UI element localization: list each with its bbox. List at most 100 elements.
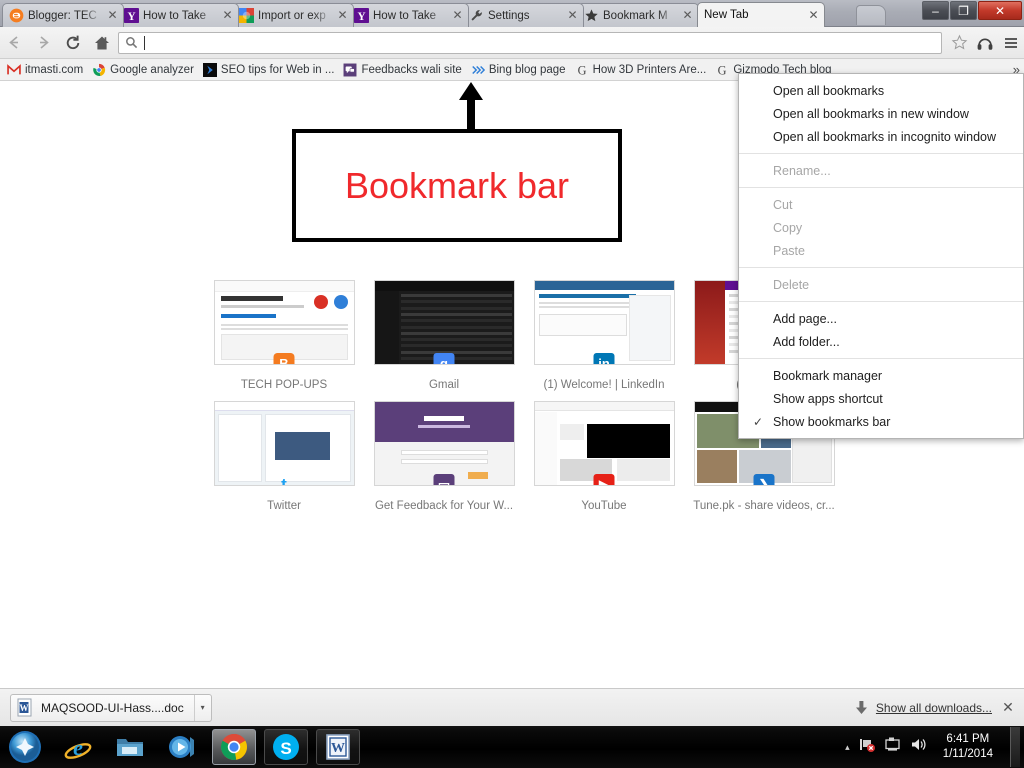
most-visited-tile[interactable]: in (1) Welcome! | LinkedIn xyxy=(524,280,684,391)
browser-tab[interactable]: Bookmark M ✕ xyxy=(577,3,699,27)
most-visited-tile[interactable]: ▭ Get Feedback for Your W... xyxy=(364,401,524,512)
context-menu-item: Cut xyxy=(739,193,1023,216)
headphone-icon xyxy=(977,37,993,50)
most-visited-tile[interactable]: g Gmail xyxy=(364,280,524,391)
maximize-glyph: ❐ xyxy=(958,4,969,18)
bookmark-item[interactable]: G How 3D Printers Are... xyxy=(572,60,713,79)
bookmark-item[interactable]: SEO tips for Web in ... xyxy=(200,60,341,79)
browser-tab[interactable]: Settings ✕ xyxy=(462,3,584,27)
browser-tab[interactable]: Import or exp ✕ xyxy=(232,3,354,27)
taskbar-item-google-chrome[interactable] xyxy=(212,729,256,765)
context-menu-item[interactable]: Add folder... xyxy=(739,330,1023,353)
taskbar-item-microsoft-word[interactable]: W xyxy=(316,729,360,765)
download-item-dropdown[interactable]: ▾ xyxy=(193,694,211,721)
context-menu-item[interactable]: Open all bookmarks in incognito window xyxy=(739,125,1023,148)
most-visited-tile[interactable]: B TECH POP-UPS xyxy=(204,280,364,391)
bookmarks-context-menu[interactable]: Open all bookmarks Open all bookmarks in … xyxy=(738,73,1024,439)
context-menu-item[interactable]: Open all bookmarks xyxy=(739,79,1023,102)
bookmark-item[interactable]: itmasti.com xyxy=(4,60,89,79)
most-visited-tile[interactable]: ▶ YouTube xyxy=(524,401,684,512)
browser-tab[interactable]: New Tab ✕ xyxy=(697,2,825,27)
network-error-icon[interactable] xyxy=(859,737,876,757)
show-all-downloads-link[interactable]: Show all downloads... xyxy=(876,701,992,715)
wrench-icon xyxy=(469,8,484,23)
new-tab-button[interactable] xyxy=(856,5,886,25)
taskbar-item-skype[interactable]: S xyxy=(264,729,308,765)
taskbar-clock[interactable]: 6:41 PM 1/11/2014 xyxy=(937,732,999,762)
maximize-button[interactable]: ❐ xyxy=(950,1,977,20)
context-menu-item-label: Copy xyxy=(773,220,803,235)
taskbar-item-internet-explorer[interactable]: e xyxy=(56,729,100,765)
headphone-button[interactable] xyxy=(972,30,998,56)
context-menu-item: Rename... xyxy=(739,159,1023,182)
svg-text:e: e xyxy=(73,735,83,760)
tile-thumbnail[interactable]: t xyxy=(213,401,355,486)
tile-favicon-badge: ▶ xyxy=(593,474,615,485)
tray-expand-button[interactable]: ▴ xyxy=(845,742,850,753)
tab-title: New Tab xyxy=(704,9,749,21)
home-icon xyxy=(94,36,109,49)
skype-icon: S xyxy=(273,734,299,760)
browser-tab[interactable]: Y How to Take ✕ xyxy=(117,3,239,27)
bookmark-label: itmasti.com xyxy=(25,63,84,76)
context-menu-item-label: Open all bookmarks xyxy=(773,83,885,98)
tab-close-button[interactable]: ✕ xyxy=(807,9,820,22)
annotation-callout-box: Bookmark bar xyxy=(292,129,622,242)
bookmark-star-button[interactable] xyxy=(946,30,972,56)
download-item[interactable]: W MAQSOOD-UI-Hass....doc ▾ xyxy=(10,693,212,722)
double-chevron-icon xyxy=(471,63,486,77)
home-button[interactable] xyxy=(87,28,116,57)
chrome-menu-button[interactable] xyxy=(998,30,1024,56)
taskbar-item-windows-media-player[interactable] xyxy=(160,729,204,765)
context-menu-item[interactable]: ✓ Show bookmarks bar xyxy=(739,410,1023,433)
system-tray: ▴ 6:41 PM 1/11/2014 xyxy=(845,727,1024,767)
chrome-colored-icon xyxy=(92,63,106,77)
tab-title: Settings xyxy=(488,9,530,22)
tab-close-button[interactable]: ✕ xyxy=(451,9,464,22)
forward-button[interactable] xyxy=(29,28,58,57)
minimize-button[interactable]: – xyxy=(922,1,949,20)
checkmark-icon: ✓ xyxy=(753,414,764,429)
tile-thumbnail[interactable]: ▭ xyxy=(373,401,515,486)
context-menu-item-label: Add page... xyxy=(773,311,837,326)
tile-thumbnail[interactable]: g xyxy=(373,280,515,365)
context-menu-item[interactable]: Add page... xyxy=(739,307,1023,330)
bookmark-item[interactable]: Google analyzer xyxy=(89,60,200,79)
most-visited-tile[interactable]: t Twitter xyxy=(204,401,364,512)
context-menu-item-label: Rename... xyxy=(773,163,831,178)
tile-label: (1) Welcome! | LinkedIn xyxy=(543,379,665,391)
context-menu-item[interactable]: Open all bookmarks in new window xyxy=(739,102,1023,125)
svg-text:Y: Y xyxy=(127,11,135,23)
tab-close-button[interactable]: ✕ xyxy=(336,9,349,22)
volume-icon[interactable] xyxy=(910,737,928,757)
action-center-icon[interactable] xyxy=(885,737,901,757)
show-desktop-button[interactable] xyxy=(1010,727,1020,767)
tile-thumbnail[interactable]: B xyxy=(213,280,355,365)
address-bar-input[interactable] xyxy=(144,35,146,50)
tab-close-button[interactable]: ✕ xyxy=(106,9,119,22)
browser-tab[interactable]: Blogger: TEC ✕ xyxy=(2,3,124,27)
browser-tab[interactable]: Y How to Take ✕ xyxy=(347,3,469,27)
tab-close-button[interactable]: ✕ xyxy=(566,9,579,22)
back-button[interactable] xyxy=(0,28,29,57)
address-bar[interactable] xyxy=(118,31,942,54)
context-menu-item[interactable]: Bookmark manager xyxy=(739,364,1023,387)
reload-button[interactable] xyxy=(58,28,87,57)
bookmark-item[interactable]: Bing blog page xyxy=(468,60,572,79)
windows-start-orb-icon[interactable] xyxy=(2,727,48,767)
tab-close-button[interactable]: ✕ xyxy=(681,9,694,22)
speech-bubble-icon xyxy=(343,63,357,77)
menu-separator xyxy=(739,267,1023,268)
tile-thumbnail[interactable]: in xyxy=(533,280,675,365)
tab-title: Blogger: TEC xyxy=(28,9,97,22)
context-menu-item[interactable]: Show apps shortcut xyxy=(739,387,1023,410)
download-shelf-actions: Show all downloads... ✕ xyxy=(855,699,1024,716)
close-download-shelf-button[interactable]: ✕ xyxy=(1000,699,1016,716)
tile-favicon-badge: ▭ xyxy=(433,474,455,485)
taskbar-item-file-explorer[interactable] xyxy=(108,729,152,765)
tile-thumbnail[interactable]: ▶ xyxy=(533,401,675,486)
bookmark-item[interactable]: Feedbacks wali site xyxy=(340,60,467,79)
tab-close-button[interactable]: ✕ xyxy=(221,9,234,22)
google-chrome-icon xyxy=(221,734,247,760)
close-window-button[interactable]: ✕ xyxy=(978,1,1022,20)
